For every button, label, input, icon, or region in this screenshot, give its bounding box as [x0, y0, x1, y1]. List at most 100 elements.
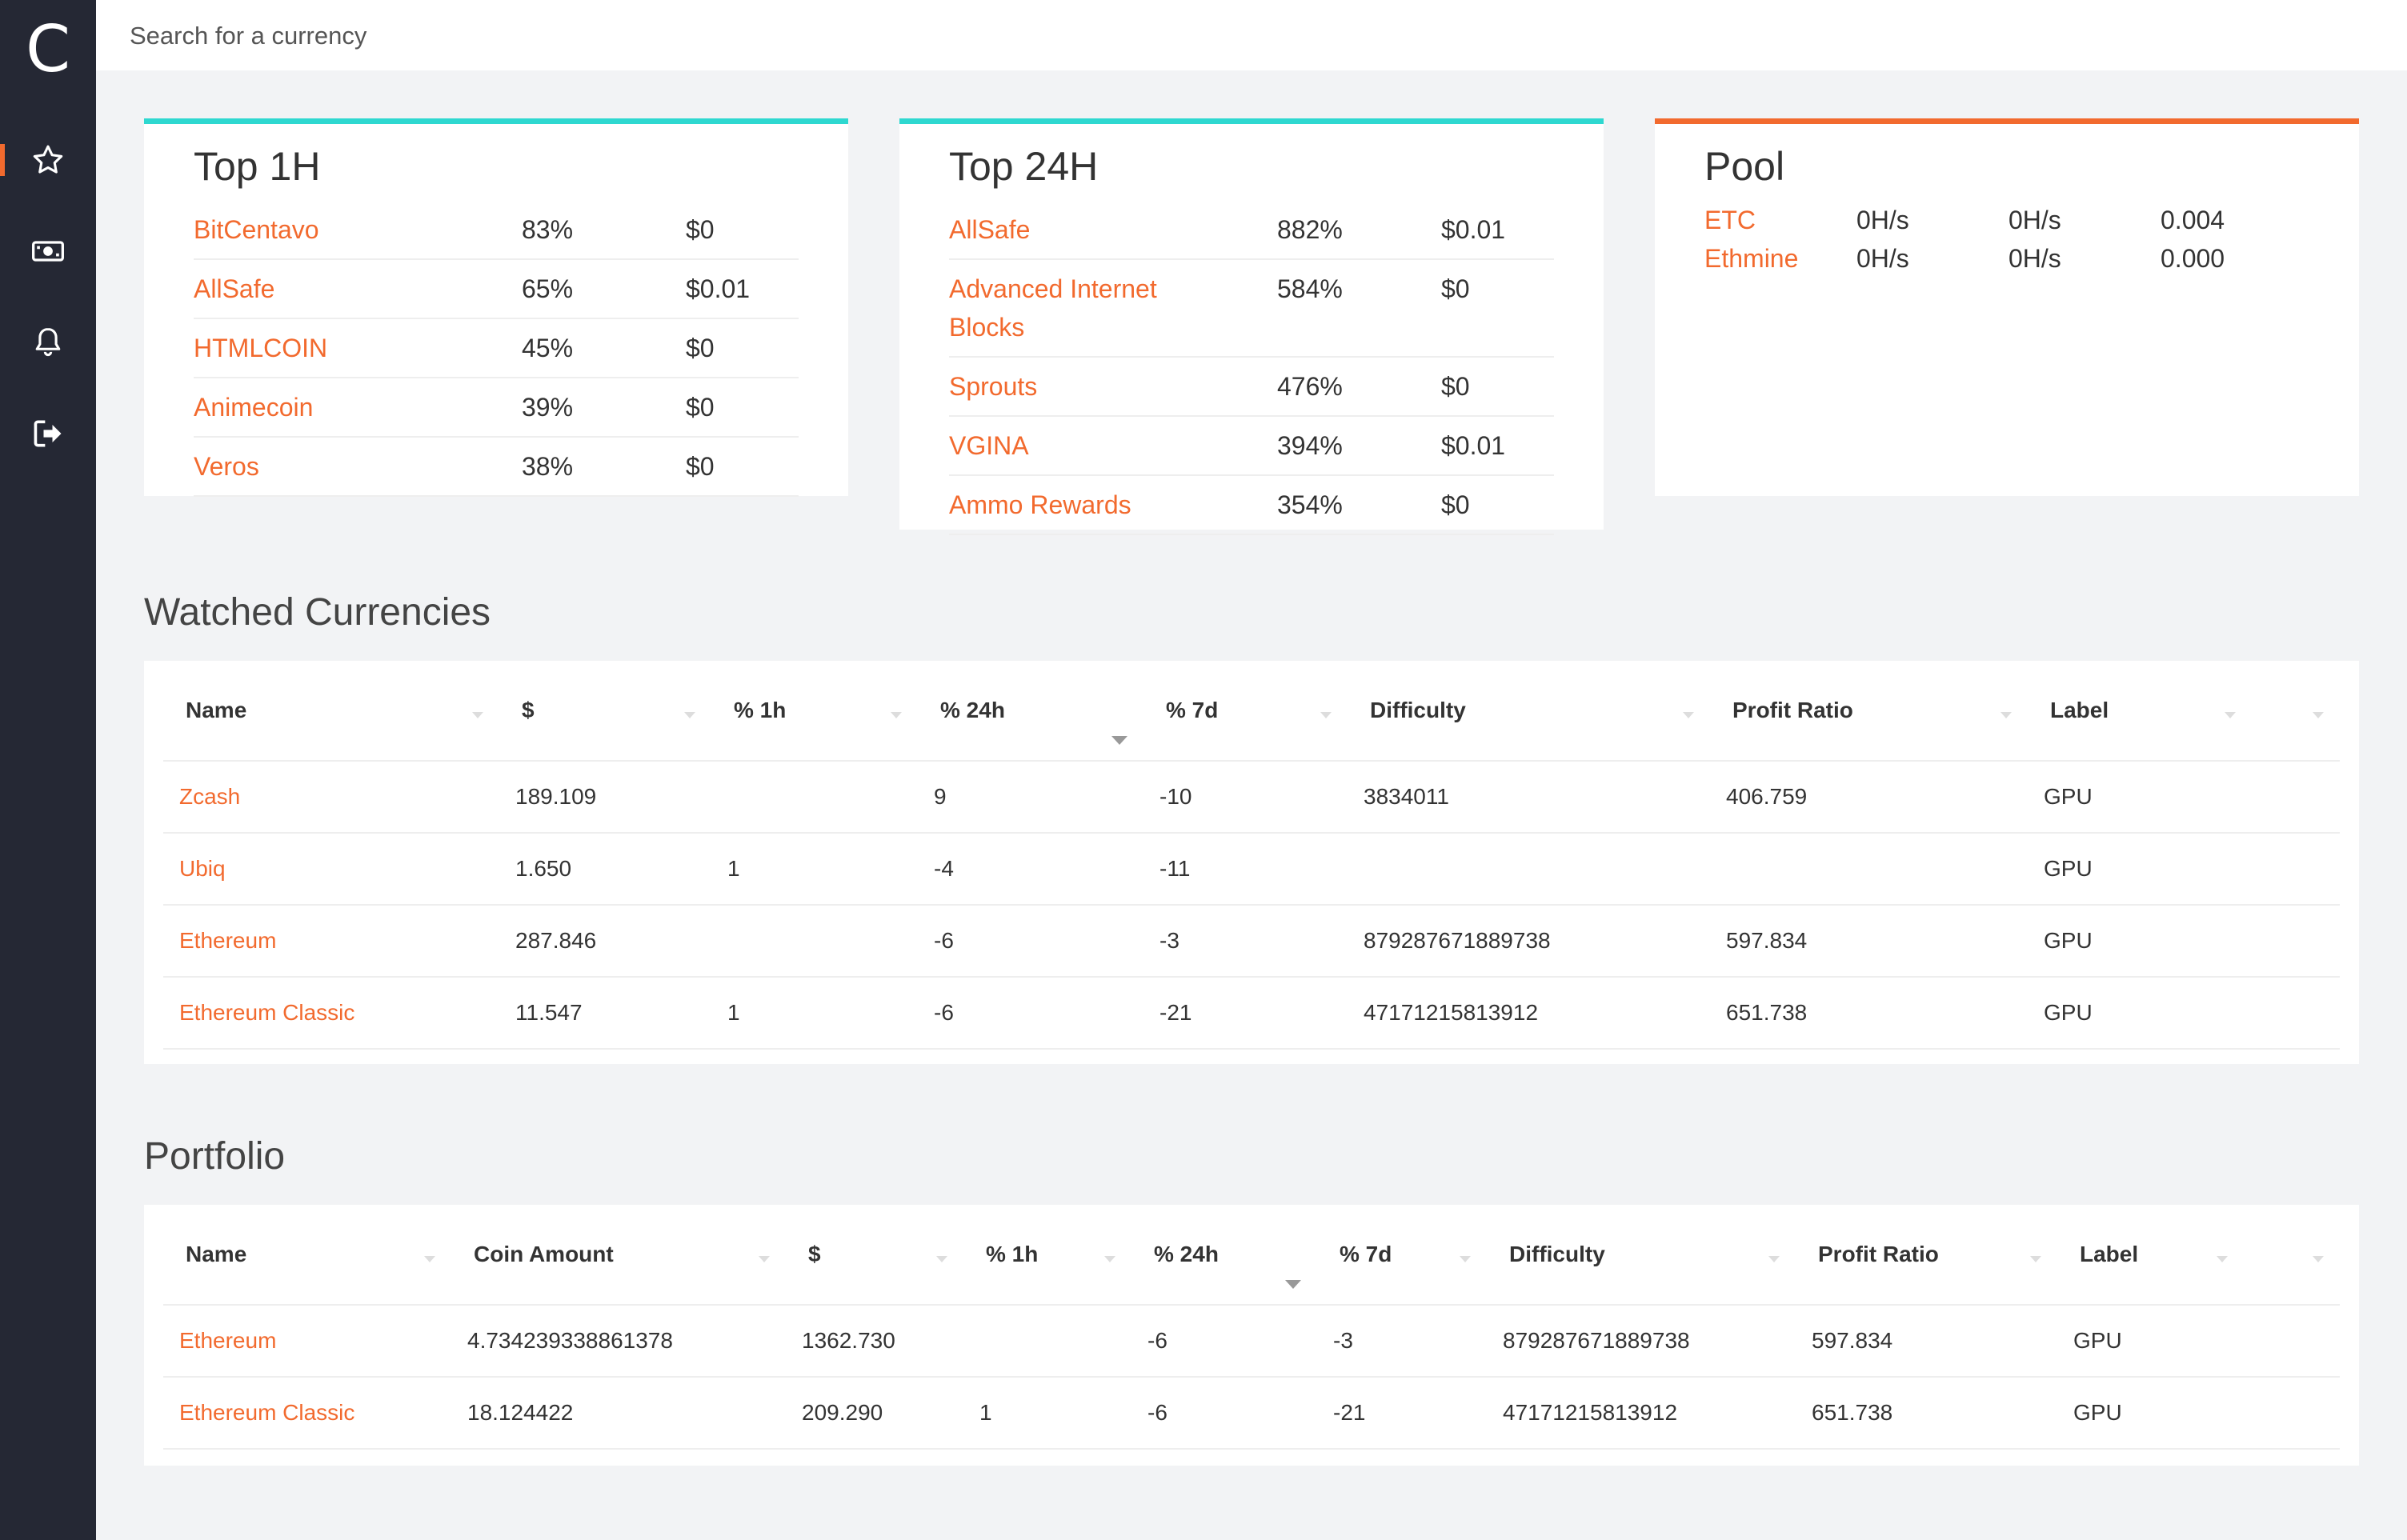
- currency-link[interactable]: Ethereum Classic: [163, 977, 499, 1050]
- nav-alerts[interactable]: [0, 310, 96, 374]
- sort-icon: [936, 1256, 947, 1262]
- cell-7d: -10: [1143, 761, 1348, 834]
- header-label: Label: [2080, 1242, 2139, 1266]
- column-header-difficulty[interactable]: Difficulty: [1348, 661, 1710, 762]
- cell-1h: [711, 905, 918, 978]
- price: $0: [1441, 372, 1470, 401]
- cell-difficulty: 879287671889738: [1487, 1305, 1796, 1378]
- top-1h-card: Top 1H BitCentavo 83% $0 AllSafe 65% $0.…: [144, 118, 848, 497]
- currency-link[interactable]: Ubiq: [163, 833, 499, 906]
- nav-watched[interactable]: [0, 128, 96, 192]
- star-icon: [33, 145, 63, 174]
- header-label: % 1h: [734, 698, 787, 722]
- column-header-7d[interactable]: % 7d: [1317, 1205, 1487, 1306]
- column-header-1h[interactable]: % 1h: [711, 661, 918, 762]
- nav-portfolio[interactable]: [0, 219, 96, 283]
- pool-list: ETC 0H/s 0H/s 0.004 Ethmine 0H/s 0H/s 0.…: [1704, 201, 2313, 278]
- list-item: ETC 0H/s 0H/s 0.004: [1704, 201, 2313, 239]
- currency-link[interactable]: Animecoin: [194, 388, 522, 426]
- pool-link[interactable]: Ethmine: [1704, 239, 1856, 278]
- change-pct: 38%: [522, 452, 574, 481]
- cell-24h: -6: [1131, 1305, 1317, 1378]
- column-header-24h[interactable]: % 24h: [918, 661, 1143, 762]
- top-1h-list: BitCentavo 83% $0 AllSafe 65% $0.01 HTML…: [194, 201, 799, 497]
- change-pct: 39%: [522, 393, 574, 422]
- table-row: Ethereum Classic 18.124422 209.290 1 -6 …: [163, 1377, 2340, 1450]
- cell-price: 209.290: [786, 1377, 963, 1450]
- sort-icon: [424, 1256, 435, 1262]
- nav-logout[interactable]: [0, 402, 96, 466]
- hashrate: 0H/s: [1856, 206, 1909, 234]
- pool-link[interactable]: ETC: [1704, 201, 1856, 239]
- price: $0.01: [1441, 431, 1506, 460]
- table-header-row: Name $ % 1h % 24h % 7d Difficulty Profit…: [163, 661, 2340, 762]
- column-header-actions[interactable]: [2244, 1205, 2340, 1306]
- currency-link[interactable]: BitCentavo: [194, 210, 522, 249]
- column-header-name[interactable]: Name: [163, 1205, 451, 1306]
- currency-link[interactable]: Zcash: [163, 761, 499, 834]
- watched-title: Watched Currencies: [144, 591, 491, 634]
- column-header-price[interactable]: $: [786, 1205, 963, 1306]
- table-row: Ubiq 1.650 1 -4 -11 GPU: [163, 833, 2340, 906]
- cell-difficulty: 47171215813912: [1487, 1377, 1796, 1450]
- currency-link[interactable]: HTMLCOIN: [194, 329, 522, 367]
- sort-icon: [2000, 712, 2012, 718]
- cell-1h: [963, 1305, 1131, 1378]
- list-item: Sprouts 476% $0: [949, 358, 1554, 417]
- currency-link[interactable]: AllSafe: [194, 270, 522, 308]
- cell-actions: [2244, 1377, 2340, 1450]
- change-pct: 882%: [1277, 215, 1343, 244]
- cell-7d: -21: [1143, 977, 1348, 1050]
- currency-link[interactable]: Veros: [194, 447, 522, 486]
- pool-card: Pool ETC 0H/s 0H/s 0.004 Ethmine 0H/s 0H…: [1655, 118, 2359, 496]
- price: $0: [686, 393, 715, 422]
- search-input[interactable]: [128, 13, 1252, 59]
- column-header-label[interactable]: Label: [2028, 661, 2252, 762]
- cell-1h: 1: [711, 833, 918, 906]
- currency-link[interactable]: Ammo Rewards: [949, 486, 1277, 524]
- column-header-actions[interactable]: [2252, 661, 2340, 762]
- price: $0: [686, 452, 715, 481]
- currency-link[interactable]: Ethereum: [163, 1305, 451, 1378]
- currency-link[interactable]: Ethereum: [163, 905, 499, 978]
- cell-1h: 1: [963, 1377, 1131, 1450]
- column-header-label[interactable]: Label: [2057, 1205, 2244, 1306]
- list-item: AllSafe 65% $0.01: [194, 260, 799, 319]
- cell-label: GPU: [2028, 833, 2252, 906]
- cell-label: GPU: [2028, 977, 2252, 1050]
- header-label: $: [808, 1242, 821, 1266]
- watched-panel: Name $ % 1h % 24h % 7d Difficulty Profit…: [144, 661, 2359, 1064]
- card-title: Pool: [1704, 144, 1785, 189]
- currency-link[interactable]: VGINA: [949, 426, 1277, 465]
- column-header-name[interactable]: Name: [163, 661, 499, 762]
- column-header-profit-ratio[interactable]: Profit Ratio: [1796, 1205, 2057, 1306]
- sort-icon: [1683, 712, 1694, 718]
- sort-desc-icon: [1285, 1280, 1301, 1289]
- pool-value: 0.004: [2161, 206, 2225, 234]
- currency-link[interactable]: Advanced Internet Blocks: [949, 270, 1189, 346]
- column-header-price[interactable]: $: [499, 661, 711, 762]
- column-header-difficulty[interactable]: Difficulty: [1487, 1205, 1796, 1306]
- cell-difficulty: 47171215813912: [1348, 977, 1710, 1050]
- table-row: Ethereum Classic 11.547 1 -6 -21 4717121…: [163, 977, 2340, 1050]
- currency-link[interactable]: Sprouts: [949, 367, 1277, 406]
- cell-price: 11.547: [499, 977, 711, 1050]
- column-header-profit-ratio[interactable]: Profit Ratio: [1710, 661, 2028, 762]
- cell-actions: [2252, 761, 2340, 834]
- cell-actions: [2252, 905, 2340, 978]
- currency-link[interactable]: Ethereum Classic: [163, 1377, 451, 1450]
- portfolio-table: Name Coin Amount $ % 1h % 24h % 7d Diffi…: [163, 1205, 2340, 1450]
- price: $0: [686, 334, 715, 362]
- cell-7d: -3: [1317, 1305, 1487, 1378]
- sort-icon: [2030, 1256, 2041, 1262]
- cell-actions: [2244, 1305, 2340, 1378]
- app-logo[interactable]: C: [0, 11, 96, 88]
- currency-link[interactable]: AllSafe: [949, 210, 1277, 249]
- column-header-coin-amount[interactable]: Coin Amount: [451, 1205, 786, 1306]
- column-header-24h[interactable]: % 24h: [1131, 1205, 1317, 1306]
- sort-icon: [759, 1256, 770, 1262]
- cell-label: GPU: [2028, 905, 2252, 978]
- cell-coin-amount: 18.124422: [451, 1377, 786, 1450]
- column-header-7d[interactable]: % 7d: [1143, 661, 1348, 762]
- column-header-1h[interactable]: % 1h: [963, 1205, 1131, 1306]
